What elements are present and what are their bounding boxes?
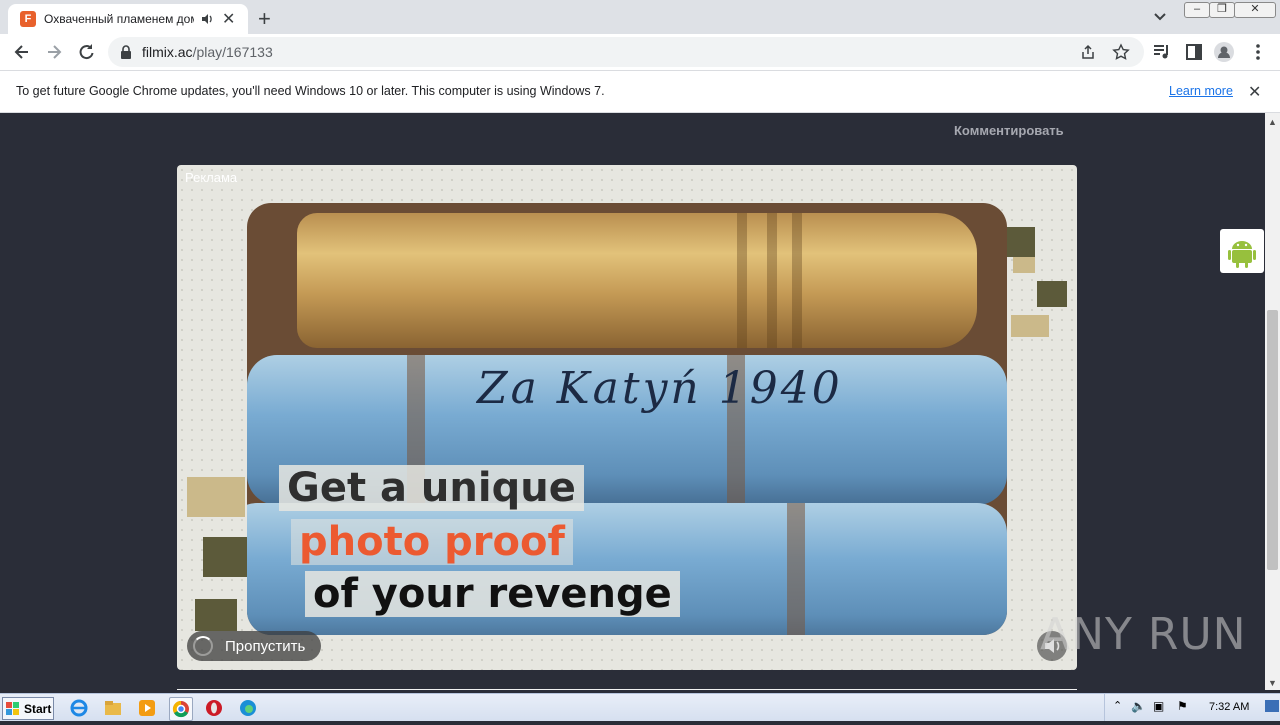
scrollbar-thumb[interactable] xyxy=(1267,310,1278,570)
chrome-taskbar-button[interactable] xyxy=(169,697,193,721)
ad-label: Реклама xyxy=(185,170,238,185)
explorer-icon[interactable] xyxy=(102,697,124,719)
tab-close-icon[interactable]: ✕ xyxy=(222,9,235,29)
windows-logo-icon xyxy=(6,701,19,715)
handwritten-inscription: Za Katyń 1940 xyxy=(477,363,843,414)
loading-spinner-icon xyxy=(193,636,213,656)
skip-ad-button[interactable]: Пропустить xyxy=(187,631,321,661)
close-window-button[interactable]: ✕ xyxy=(1234,2,1276,18)
brass-shell-casing xyxy=(297,213,977,348)
action-center-flag-icon[interactable]: ⚑ xyxy=(1177,699,1188,713)
ad-caption-line-2: photo proof xyxy=(291,519,573,565)
forward-icon[interactable] xyxy=(44,42,64,62)
restore-button[interactable]: ❐ xyxy=(1209,2,1235,18)
share-icon[interactable] xyxy=(1080,44,1096,60)
start-label: Start xyxy=(24,701,52,716)
address-bar[interactable]: filmix.ac/play/167133 xyxy=(108,37,1144,67)
show-desktop-icon[interactable] xyxy=(1265,700,1279,712)
infobar-close-icon[interactable]: ✕ xyxy=(1248,82,1261,102)
system-tray: ⌃ 🔈 ▣ ⚑ 7:32 AM xyxy=(1104,694,1280,721)
decor-pixel-block xyxy=(187,477,245,517)
media-player-icon[interactable] xyxy=(136,697,158,719)
page-scrollbar[interactable]: ▲ ▼ xyxy=(1265,113,1280,690)
comment-link[interactable]: Комментировать xyxy=(954,123,1064,138)
minimize-button[interactable]: – xyxy=(1184,2,1210,18)
speaker-icon[interactable] xyxy=(200,12,214,26)
android-app-button[interactable] xyxy=(1220,229,1264,273)
url-text[interactable]: filmix.ac/play/167133 xyxy=(142,44,273,60)
ad-caption-line-3: of your revenge xyxy=(305,571,680,617)
scroll-down-arrow-icon[interactable]: ▼ xyxy=(1268,678,1277,688)
taskbar-clock[interactable]: 7:32 AM xyxy=(1209,701,1249,713)
decor-pixel-block xyxy=(1013,257,1035,273)
network-tray-icon[interactable]: ▣ xyxy=(1153,699,1164,713)
ie-icon[interactable] xyxy=(68,697,90,719)
decor-pixel-block xyxy=(1037,281,1067,307)
ad-photo: Za Katyń 1940 Get a unique photo proof o… xyxy=(247,203,1007,635)
chrome-update-infobar: To get future Google Chrome updates, you… xyxy=(0,71,1280,113)
profile-icon[interactable] xyxy=(1214,42,1234,62)
back-icon[interactable] xyxy=(12,42,32,62)
show-hidden-icons-icon[interactable]: ⌃ xyxy=(1113,699,1122,712)
scroll-up-arrow-icon[interactable]: ▲ xyxy=(1268,117,1277,127)
browser-tab[interactable]: F Охваченный пламенем дом Ме ✕ xyxy=(8,4,248,34)
android-icon xyxy=(1228,241,1256,268)
decor-pixel-block xyxy=(1011,315,1049,337)
side-panel-icon[interactable] xyxy=(1184,42,1204,62)
player-progress-track xyxy=(177,689,1077,690)
anyrun-watermark: ANY RUN xyxy=(1040,609,1247,660)
skip-ad-label: Пропустить xyxy=(225,637,306,655)
tab-strip: F Охваченный пламенем дом Ме ✕ + – ❐ ✕ xyxy=(0,0,1280,34)
filmix-favicon-icon: F xyxy=(20,11,36,27)
video-ad[interactable]: Реклама Za Katyń 1940 Get a unique photo… xyxy=(177,165,1077,670)
tab-search-chevron-icon[interactable] xyxy=(1152,8,1168,24)
new-tab-plus-icon[interactable]: + xyxy=(258,6,271,32)
reload-icon[interactable] xyxy=(76,42,96,62)
ad-caption-line-1: Get a unique xyxy=(279,465,584,511)
volume-tray-icon[interactable]: 🔈 xyxy=(1131,699,1146,713)
edge-icon[interactable] xyxy=(237,697,259,719)
lock-icon[interactable] xyxy=(120,45,132,59)
page-content: Комментировать Реклама Za Katyń 1940 Get… xyxy=(0,113,1265,690)
decor-pixel-block xyxy=(195,599,237,631)
opera-icon[interactable] xyxy=(203,697,225,719)
menu-icon[interactable] xyxy=(1248,42,1268,62)
learn-more-link[interactable]: Learn more xyxy=(1169,84,1233,98)
chrome-icon xyxy=(172,700,189,718)
browser-toolbar: filmix.ac/play/167133 xyxy=(0,34,1280,71)
tab-title: Охваченный пламенем дом Ме xyxy=(44,12,194,26)
infobar-message: To get future Google Chrome updates, you… xyxy=(16,84,605,98)
windows-taskbar: Start ⌃ 🔈 ▣ ⚑ 7:32 AM xyxy=(0,693,1280,721)
start-button[interactable]: Start xyxy=(2,697,54,720)
bookmark-star-icon[interactable] xyxy=(1112,43,1130,61)
media-control-icon[interactable] xyxy=(1152,42,1172,62)
